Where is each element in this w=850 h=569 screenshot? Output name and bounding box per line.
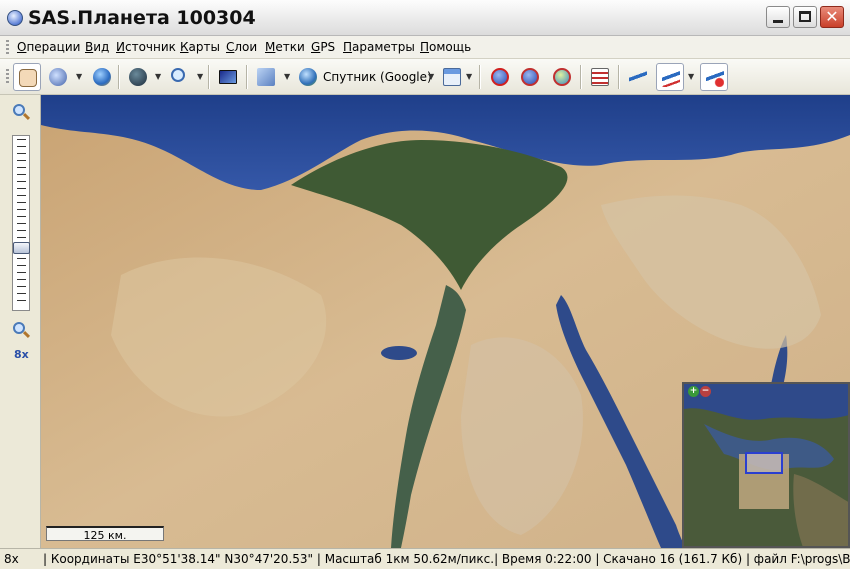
toolbar-separator xyxy=(208,65,210,89)
layers-dropdown-icon[interactable]: ▼ xyxy=(466,72,472,81)
marks-list-icon xyxy=(591,68,609,86)
toolbar-separator xyxy=(118,65,120,89)
path-icon xyxy=(629,68,647,86)
maximize-button[interactable] xyxy=(793,6,817,28)
menu-view[interactable]: Вид xyxy=(85,40,109,54)
map-source-dropdown-icon[interactable]: ▼ xyxy=(428,72,434,81)
toolbar-separator xyxy=(618,65,620,89)
gps-button[interactable] xyxy=(44,63,72,91)
path-button[interactable] xyxy=(624,63,652,91)
title-bar[interactable]: SAS.Планета 100304 ✕ xyxy=(0,0,850,36)
scale-label: 125 км. xyxy=(83,529,127,542)
menu-bar: Операции Вид Источник Карты Слои Метки G… xyxy=(0,36,850,59)
gps-device-icon xyxy=(49,68,67,86)
close-button[interactable]: ✕ xyxy=(820,6,844,28)
zoom-out-button[interactable] xyxy=(11,321,31,341)
toolbar-separator xyxy=(479,65,481,89)
search-button[interactable] xyxy=(166,63,194,91)
menu-settings[interactable]: Параметры xyxy=(343,40,415,54)
map-type-icon xyxy=(257,68,275,86)
scale-bar: 125 км. xyxy=(46,526,164,542)
minimap[interactable]: + − xyxy=(682,382,850,548)
map-source-label[interactable]: Спутник (Google) xyxy=(323,70,432,84)
zoom-level-label: 8x xyxy=(14,348,29,361)
screen-button[interactable] xyxy=(214,63,242,91)
toolbar-grip[interactable] xyxy=(6,69,9,84)
status-bar: 8x | Координаты E30°51'38.14" N30°47'20.… xyxy=(0,548,850,569)
minimap-zoom-in-button[interactable]: + xyxy=(688,386,699,397)
zoom-panel: 8x xyxy=(0,95,41,548)
calendar-icon xyxy=(443,68,461,86)
zoom-slider-thumb[interactable] xyxy=(13,241,30,254)
globe-icon xyxy=(93,68,111,86)
route-delete-icon xyxy=(706,69,724,87)
minimap-zoom-out-button[interactable]: − xyxy=(700,386,711,397)
edit-mark-button[interactable] xyxy=(548,63,576,91)
add-mark-button[interactable] xyxy=(486,63,514,91)
ruler-button[interactable] xyxy=(656,63,684,91)
map-source-button[interactable] xyxy=(294,63,322,91)
menu-operations[interactable]: Операции xyxy=(17,40,80,54)
status-zoom: 8x xyxy=(4,552,19,566)
minimap-viewport[interactable] xyxy=(745,452,783,474)
close-icon: ✕ xyxy=(825,7,839,26)
search-dropdown-icon[interactable]: ▼ xyxy=(197,72,203,81)
toolbar-separator xyxy=(580,65,582,89)
menu-source[interactable]: Источник xyxy=(116,40,176,54)
menu-help[interactable]: Помощь xyxy=(420,40,471,54)
status-text: | Координаты E30°51'38.14" N30°47'20.53"… xyxy=(43,552,850,566)
pan-tool-button[interactable] xyxy=(13,63,41,91)
map-type-button[interactable] xyxy=(252,63,280,91)
pin-delete-icon xyxy=(521,68,539,86)
app-icon xyxy=(7,10,23,26)
menu-gps[interactable]: GPS xyxy=(311,40,335,54)
fullscreen-dropdown-icon[interactable]: ▼ xyxy=(155,72,161,81)
fullscreen-button[interactable] xyxy=(124,63,152,91)
ruler-icon xyxy=(662,69,680,87)
move-to-button[interactable] xyxy=(88,63,116,91)
zoom-out-handle xyxy=(22,330,31,339)
ruler-dropdown-icon[interactable]: ▼ xyxy=(688,72,694,81)
screen-icon xyxy=(219,70,237,84)
zoom-slider[interactable] xyxy=(12,135,30,311)
layers-button[interactable] xyxy=(438,63,466,91)
marks-list-button[interactable] xyxy=(586,63,614,91)
menu-grip[interactable] xyxy=(6,40,9,55)
delete-route-button[interactable] xyxy=(700,63,728,91)
window-title: SAS.Планета 100304 xyxy=(28,7,256,29)
satellite-globe-icon xyxy=(299,68,317,86)
menu-marks[interactable]: Метки xyxy=(265,40,305,54)
minimize-icon xyxy=(773,20,783,23)
map-type-dropdown-icon[interactable]: ▼ xyxy=(284,72,290,81)
map-view[interactable]: 125 км. + − xyxy=(41,95,850,548)
zoom-in-button[interactable] xyxy=(11,103,31,123)
hand-icon xyxy=(19,69,37,87)
minimize-button[interactable] xyxy=(766,6,790,28)
delete-mark-button[interactable] xyxy=(516,63,544,91)
menu-layers[interactable]: Слои xyxy=(226,40,257,54)
pin-edit-icon xyxy=(553,68,571,86)
maximize-icon xyxy=(799,11,811,22)
toolbar: ▼ ▼ ▼ ▼ Спутник (Google) ▼ ▼ ▼ xyxy=(0,59,850,95)
toolbar-separator xyxy=(246,65,248,89)
zoom-in-handle xyxy=(22,112,31,121)
pin-add-icon xyxy=(491,68,509,86)
zoom-slider-ticks xyxy=(17,139,26,307)
dark-globe-icon xyxy=(129,68,147,86)
menu-maps[interactable]: Карты xyxy=(180,40,220,54)
magnifier-icon xyxy=(171,68,185,82)
gps-dropdown-icon[interactable]: ▼ xyxy=(76,72,82,81)
